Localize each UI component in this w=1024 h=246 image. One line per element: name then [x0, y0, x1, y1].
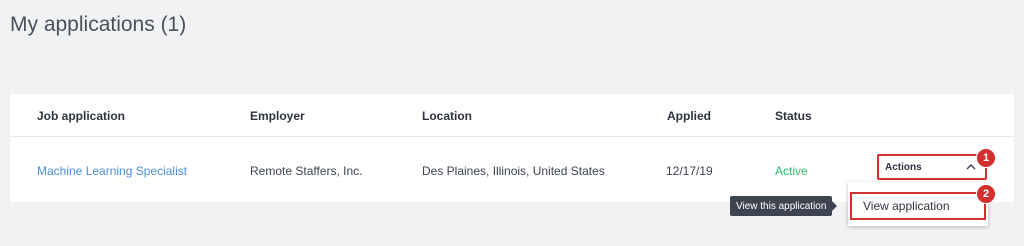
annotation-badge-2: 2 [976, 184, 996, 204]
column-header-job: Job application [37, 109, 126, 123]
column-header-location: Location [422, 109, 472, 123]
chevron-up-icon [966, 164, 976, 170]
column-header-employer: Employer [250, 109, 305, 123]
status-badge: Active [775, 164, 808, 178]
table-header-row: Job application Employer Location Applie… [10, 94, 1014, 137]
applications-page: My applications (1) Job application Empl… [0, 0, 1024, 246]
annotation-badge-1: 1 [976, 148, 996, 168]
employer-cell: Remote Staffers, Inc. [250, 164, 363, 178]
page-title: My applications (1) [10, 13, 187, 36]
column-header-applied: Applied [667, 109, 711, 123]
actions-dropdown-menu: View application [848, 182, 988, 226]
tooltip: View this application [730, 196, 838, 216]
job-title-link[interactable]: Machine Learning Specialist [37, 164, 187, 178]
applied-date-cell: 12/17/19 [666, 164, 713, 178]
actions-button-label: Actions [885, 161, 922, 173]
view-application-menu-item[interactable]: View application [850, 192, 986, 220]
actions-button[interactable]: Actions [877, 154, 987, 180]
location-cell: Des Plaines, Illinois, United States [422, 164, 605, 178]
column-header-status: Status [775, 109, 812, 123]
